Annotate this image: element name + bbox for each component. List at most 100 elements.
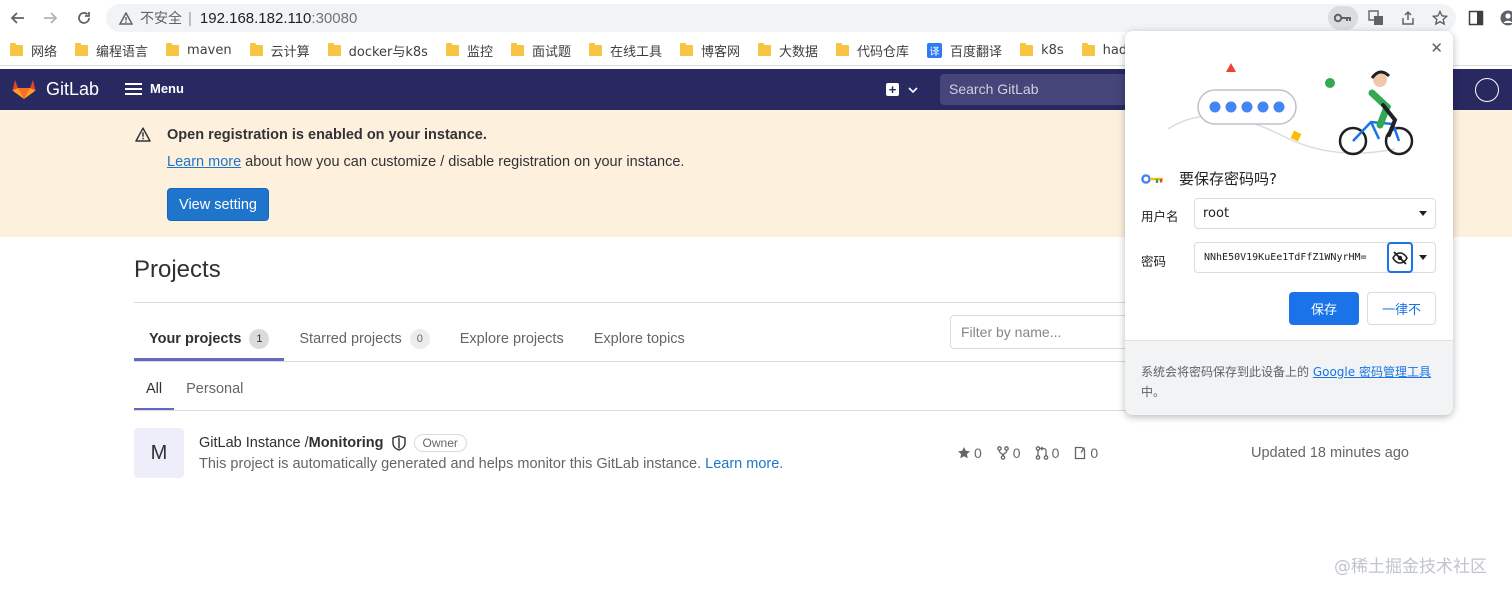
- folder-icon: [1081, 43, 1095, 56]
- folder-icon: [680, 43, 693, 56]
- folder-icon: [75, 43, 89, 56]
- view-setting-button[interactable]: View setting: [167, 188, 269, 221]
- save-password-dialog: ✕ 要保存密码吗? 用户名 root 密码 NNhE50V19KuEe1TdFf…: [1125, 31, 1453, 415]
- gitlab-logo-icon: [12, 80, 36, 99]
- project-avatar[interactable]: M: [134, 428, 184, 478]
- folder-icon: [758, 43, 772, 56]
- forward-arrow-icon[interactable]: [38, 6, 62, 30]
- tab-your-projects[interactable]: Your projects 1: [134, 317, 285, 361]
- issues-icon: [1075, 446, 1086, 460]
- translate-icon: 译: [927, 43, 943, 58]
- url-port: :30080: [311, 9, 358, 27]
- password-manager-link[interactable]: Google 密码管理工具: [1313, 365, 1431, 379]
- stars-count[interactable]: 0: [957, 445, 982, 461]
- bookmark-item[interactable]: maven: [166, 43, 232, 58]
- bookmark-item[interactable]: 网络: [10, 41, 57, 60]
- new-dropdown-button[interactable]: +: [886, 83, 918, 96]
- star-bookmark-icon[interactable]: [1424, 4, 1456, 32]
- bookmark-item[interactable]: k8s: [1020, 43, 1064, 58]
- bookmark-item[interactable]: 监控: [445, 41, 493, 60]
- folder-icon: [1020, 43, 1034, 56]
- profile-icon[interactable]: [1496, 6, 1512, 30]
- close-icon[interactable]: ✕: [1430, 39, 1443, 57]
- folder-icon: [166, 43, 180, 56]
- dropdown-caret-icon[interactable]: [1419, 255, 1427, 260]
- projects-subtabs: All Personal: [134, 368, 255, 410]
- dialog-footer: 系统会将密码保存到此设备上的 Google 密码管理工具中。: [1125, 340, 1453, 415]
- gitlab-home-link[interactable]: GitLab: [12, 78, 99, 100]
- folder-icon: [510, 43, 524, 56]
- bookmark-item[interactable]: 在线工具: [588, 41, 662, 60]
- projects-tabs: Your projects 1 Starred projects 0 Explo…: [134, 317, 700, 361]
- password-illustration: [1165, 45, 1425, 164]
- learn-more-link[interactable]: Learn more: [167, 154, 241, 170]
- tab-starred-projects[interactable]: Starred projects 0: [284, 317, 444, 361]
- page-title: Projects: [134, 256, 221, 283]
- dropdown-caret-icon: [1419, 211, 1427, 216]
- menu-label: Menu: [150, 81, 184, 96]
- username-select[interactable]: root: [1194, 198, 1436, 229]
- bookmark-item[interactable]: 云计算: [249, 41, 310, 60]
- bookmark-item[interactable]: 面试题: [510, 41, 571, 60]
- back-arrow-icon[interactable]: [6, 6, 30, 30]
- divider: [134, 302, 1134, 303]
- password-label: 密码: [1141, 254, 1167, 269]
- issues-count[interactable]: 0: [1073, 445, 1098, 461]
- bookmark-item[interactable]: 代码仓库: [836, 41, 909, 60]
- password-field[interactable]: NNhE50V19KuEe1TdFfZ1WNyrHM=: [1194, 242, 1436, 273]
- bookmark-item[interactable]: 大数据: [758, 41, 818, 60]
- key-icon[interactable]: [1328, 6, 1358, 30]
- plus-icon: +: [886, 83, 899, 96]
- user-avatar[interactable]: [1475, 78, 1499, 102]
- username-label: 用户名: [1141, 209, 1179, 224]
- project-stats: 0 0 0 0: [957, 445, 1112, 461]
- merge-requests-count[interactable]: 0: [1035, 445, 1059, 461]
- tab-explore-projects[interactable]: Explore projects: [445, 317, 579, 361]
- folder-icon: [588, 43, 602, 56]
- hamburger-icon: [125, 82, 142, 95]
- bookmark-item[interactable]: 编程语言: [75, 41, 148, 60]
- subtab-personal[interactable]: Personal: [174, 368, 255, 410]
- folder-icon: [10, 43, 23, 56]
- folder-icon: [249, 43, 263, 56]
- fork-icon: [996, 446, 1009, 460]
- save-password-button[interactable]: 保存: [1289, 292, 1359, 325]
- divider: [134, 361, 1134, 362]
- bookmark-item[interactable]: docker与k8s: [327, 41, 428, 60]
- dialog-title: 要保存密码吗?: [1141, 168, 1277, 189]
- folder-icon: [836, 43, 850, 56]
- never-save-button[interactable]: 一律不: [1367, 292, 1436, 325]
- forks-count[interactable]: 0: [996, 445, 1021, 461]
- warning-icon[interactable]: [118, 10, 134, 26]
- url-host: 192.168.182.110: [199, 9, 312, 27]
- bookmark-item[interactable]: 译百度翻译: [927, 41, 1002, 60]
- gitlab-brand: GitLab: [46, 78, 100, 99]
- watermark: @稀土掘金技术社区: [1334, 557, 1487, 577]
- share-icon[interactable]: [1392, 4, 1424, 32]
- count-badge: 1: [249, 329, 270, 349]
- gitlab-search-input[interactable]: Search GitLab: [940, 74, 1130, 105]
- project-name-link[interactable]: Monitoring: [309, 435, 384, 451]
- side-panel-icon[interactable]: [1464, 6, 1488, 30]
- bookmark-item[interactable]: 博客网: [680, 41, 740, 60]
- divider: [134, 410, 1134, 411]
- subtab-all[interactable]: All: [134, 368, 175, 410]
- warning-icon: [135, 127, 151, 147]
- insecure-label: 不安全: [140, 11, 182, 27]
- menu-button[interactable]: Menu: [125, 81, 184, 96]
- key-icon: [1141, 173, 1163, 184]
- count-badge: 0: [409, 329, 430, 349]
- eye-off-icon[interactable]: [1387, 242, 1413, 273]
- address-bar[interactable]: 不安全 | 192.168.182.110:30080: [106, 4, 1456, 32]
- folder-icon: [327, 43, 341, 56]
- project-description: This project is automatically generated …: [199, 456, 784, 472]
- merge-request-icon: [1035, 446, 1048, 460]
- owner-badge: Owner: [413, 434, 467, 452]
- chevron-down-icon: [908, 86, 918, 93]
- tab-explore-topics[interactable]: Explore topics: [579, 317, 700, 361]
- learn-more-link[interactable]: Learn more.: [705, 456, 783, 472]
- reload-icon[interactable]: [72, 6, 96, 30]
- filter-by-name-input[interactable]: Filter by name...: [950, 315, 1135, 349]
- translate-page-icon[interactable]: [1360, 4, 1392, 32]
- project-namespace[interactable]: GitLab Instance /: [199, 435, 309, 451]
